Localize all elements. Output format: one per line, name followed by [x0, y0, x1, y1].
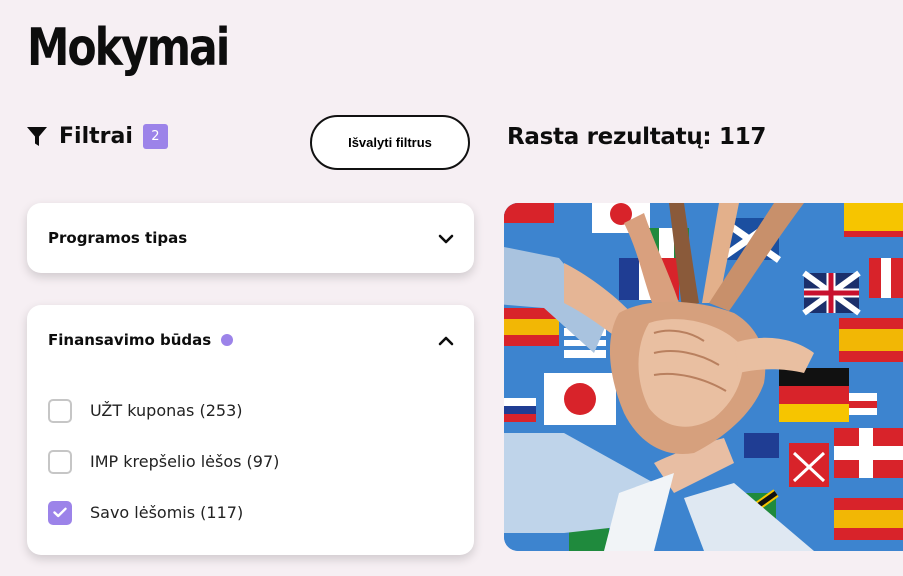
filters-title: Filtrai [59, 124, 133, 149]
option-label: UŽT kuponas (253) [90, 401, 243, 420]
filter-option[interactable]: Savo lėšomis (117) [27, 487, 474, 538]
clear-filters-button[interactable]: Išvalyti filtrus [310, 115, 470, 170]
active-filters-badge: 2 [142, 124, 168, 149]
checkbox[interactable] [48, 449, 72, 474]
results-count: Rasta rezultatų: 117 [507, 124, 767, 150]
option-label: IMP krepšelio lėšos (97) [90, 452, 280, 471]
checkbox[interactable] [48, 398, 72, 423]
training-image[interactable] [504, 203, 903, 551]
filters-heading: Filtrai 2 [27, 124, 168, 149]
filter-group-title: Finansavimo būdas [48, 331, 234, 349]
filter-group-program-type: Programos tipas [27, 203, 474, 273]
hands-and-flags-illustration [504, 203, 903, 551]
filter-group-header[interactable]: Finansavimo būdas [27, 305, 474, 375]
active-filter-dot [221, 333, 234, 346]
check-icon [53, 507, 67, 518]
filter-group-header[interactable]: Programos tipas [27, 203, 474, 273]
chevron-up-icon[interactable] [438, 331, 454, 350]
page-title: Mokymai [27, 18, 230, 78]
option-label: Savo lėšomis (117) [90, 503, 244, 522]
filter-funnel-icon [27, 126, 47, 147]
filter-group-title: Programos tipas [48, 229, 188, 247]
filter-option[interactable]: UŽT kuponas (253) [27, 385, 474, 436]
filter-group-funding: Finansavimo būdas UŽT kuponas (253) IMP … [27, 305, 474, 555]
filter-group-title-text: Finansavimo būdas [48, 331, 212, 349]
checkbox-checked[interactable] [48, 500, 72, 525]
chevron-down-icon[interactable] [438, 229, 454, 248]
filter-options: UŽT kuponas (253) IMP krepšelio lėšos (9… [27, 385, 474, 538]
filter-option[interactable]: IMP krepšelio lėšos (97) [27, 436, 474, 487]
